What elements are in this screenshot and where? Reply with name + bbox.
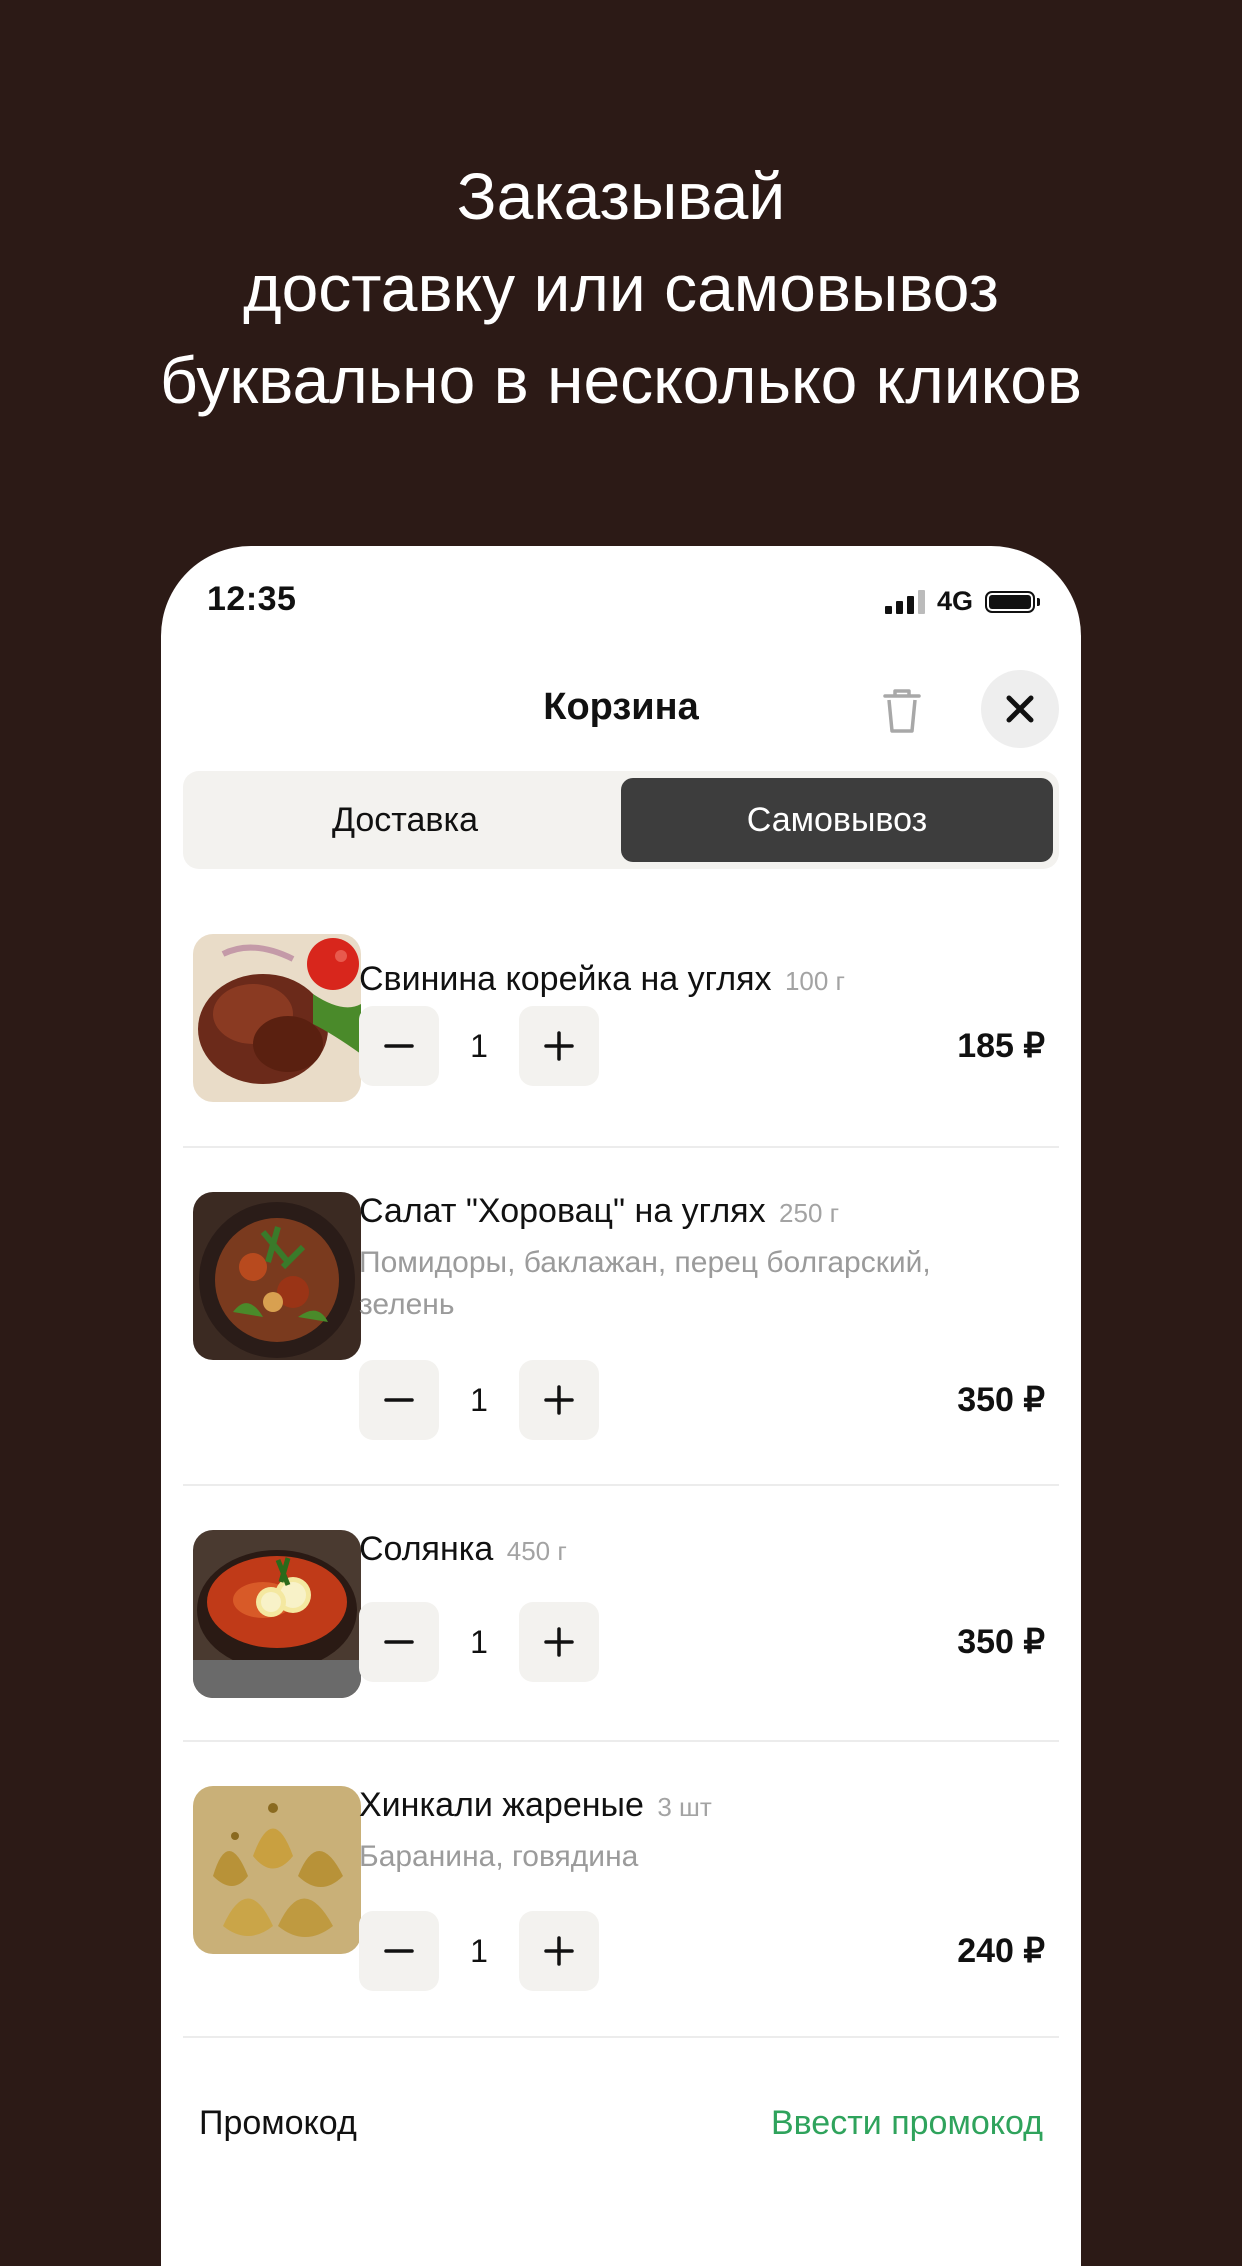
trash-icon[interactable]: [879, 686, 925, 736]
status-time: 12:35: [207, 580, 297, 618]
cart-item: Салат "Хоровац" на углях 250 г Помидоры,…: [183, 1192, 1059, 1492]
headline-line-1: Заказывай: [456, 159, 786, 233]
increase-button[interactable]: [519, 1911, 599, 1991]
quantity-value: 1: [470, 1933, 488, 1969]
signal-icon: [884, 589, 925, 614]
phone-screen: 12:35 4G Корзина Доставка Самовывоз Свин…: [161, 546, 1081, 2266]
headline-line-2: доставку или самовывоз: [243, 251, 999, 325]
close-icon: [1006, 695, 1034, 723]
headline-line-3: буквально в несколько кликов: [159, 343, 1082, 417]
quantity-value: 1: [470, 1624, 488, 1660]
cart-item: Свинина корейка на углях 100 г 1 185 ₽: [183, 934, 1059, 1164]
quantity-stepper: 1: [359, 1602, 599, 1682]
item-price: 185 ₽: [957, 1027, 1045, 1065]
item-name: Салат "Хоровац" на углях 250 г: [359, 1192, 839, 1231]
minus-icon: [384, 1949, 414, 1953]
decrease-button[interactable]: [359, 1006, 439, 1086]
divider: [183, 1484, 1059, 1486]
quantity-stepper: 1: [359, 1006, 599, 1086]
item-title: Свинина корейка на углях: [359, 960, 772, 998]
item-description: Помидоры, баклажан, перец болгарский, зе…: [359, 1246, 931, 1321]
minus-icon: [384, 1398, 414, 1402]
item-image-salad: [193, 1192, 361, 1360]
decrease-button[interactable]: [359, 1360, 439, 1440]
promo-headline: Заказывай доставку или самовывоз букваль…: [0, 150, 1242, 426]
item-image-khinkali: [193, 1786, 361, 1954]
cart-item: Солянка 450 г 1 350 ₽: [183, 1530, 1059, 1760]
promo-label: Промокод: [199, 2104, 357, 2142]
item-weight: 450 г: [506, 1536, 567, 1566]
item-image-solyanka: [193, 1530, 361, 1698]
delivery-mode-switch: Доставка Самовывоз: [183, 771, 1059, 869]
cart-item: Хинкали жареные 3 шт Баранина, говядина …: [183, 1786, 1059, 2046]
item-name: Хинкали жареные 3 шт: [359, 1786, 712, 1825]
quantity-stepper: 1: [359, 1360, 599, 1440]
quantity-value: 1: [470, 1028, 488, 1064]
close-button[interactable]: [981, 670, 1059, 748]
plus-icon: [544, 1936, 574, 1966]
tab-pickup[interactable]: Самовывоз: [621, 778, 1053, 862]
divider: [183, 2036, 1059, 2038]
plus-icon: [544, 1627, 574, 1657]
increase-button[interactable]: [519, 1602, 599, 1682]
network-type: 4G: [936, 586, 973, 616]
decrease-button[interactable]: [359, 1911, 439, 1991]
tab-delivery[interactable]: Доставка: [189, 778, 621, 862]
status-indicators: 4G: [884, 586, 1040, 617]
item-name: Свинина корейка на углях 100 г: [359, 960, 845, 999]
divider: [183, 1146, 1059, 1148]
quantity-stepper: 1: [359, 1911, 599, 1991]
item-name: Солянка 450 г: [359, 1530, 567, 1569]
decrease-button[interactable]: [359, 1602, 439, 1682]
item-weight: 3 шт: [657, 1792, 712, 1822]
plus-icon: [544, 1385, 574, 1415]
page-title: Корзина: [543, 686, 699, 728]
item-description: Баранина, говядина: [359, 1840, 639, 1873]
item-price: 350 ₽: [957, 1381, 1045, 1419]
item-title: Хинкали жареные: [359, 1786, 644, 1824]
increase-button[interactable]: [519, 1006, 599, 1086]
item-price: 350 ₽: [957, 1623, 1045, 1661]
item-title: Салат "Хоровац" на углях: [359, 1192, 766, 1230]
divider: [183, 1740, 1059, 1742]
minus-icon: [384, 1044, 414, 1048]
battery-icon: [985, 590, 1040, 613]
quantity-value: 1: [470, 1382, 488, 1418]
item-weight: 250 г: [779, 1198, 840, 1228]
item-weight: 100 г: [784, 966, 846, 996]
item-title: Солянка: [359, 1530, 494, 1568]
item-price: 240 ₽: [957, 1932, 1045, 1970]
plus-icon: [544, 1031, 574, 1061]
increase-button[interactable]: [519, 1360, 599, 1440]
enter-promo-link[interactable]: Ввести промокод: [771, 2104, 1043, 2143]
item-image-pork: [193, 934, 361, 1102]
minus-icon: [384, 1640, 414, 1644]
status-bar: 12:35 4G: [161, 546, 1081, 656]
